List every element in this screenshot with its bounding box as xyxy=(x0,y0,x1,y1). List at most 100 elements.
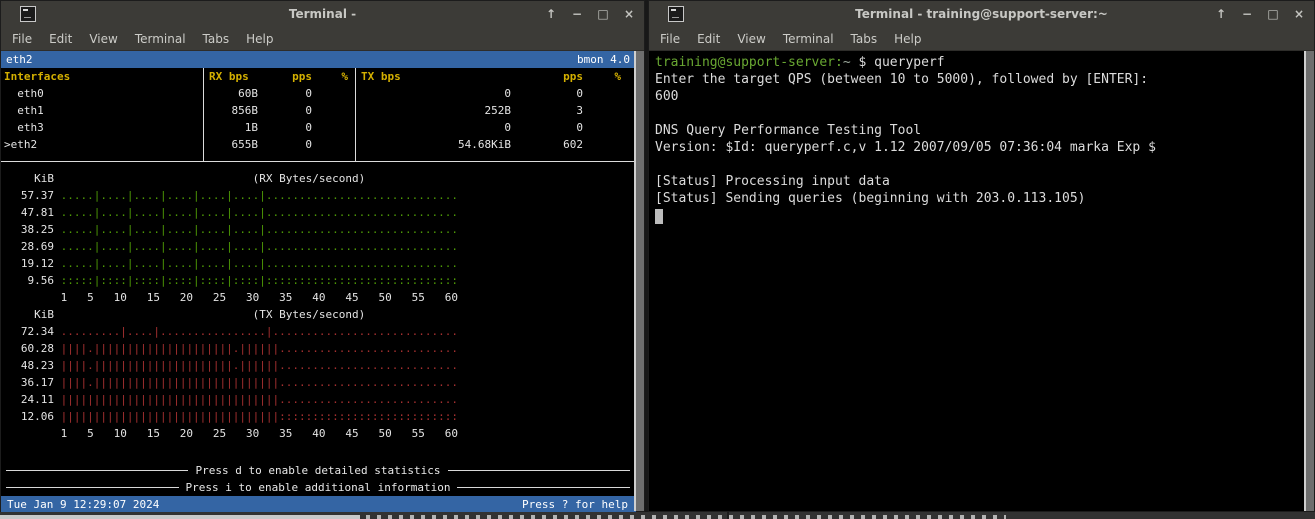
tx-graph-row: 24.11 |||||||||||||||||||||||||||||||||.… xyxy=(1,391,636,408)
interface-name: eth3 xyxy=(4,119,44,136)
menu-help[interactable]: Help xyxy=(246,32,273,46)
interface-row-eth1: eth1 856B 0 252B 3 xyxy=(1,102,636,119)
column-separator xyxy=(355,68,356,161)
tx-pps-value: 602 xyxy=(518,136,583,153)
taskbar-button-text-tops[interactable] xyxy=(366,515,1006,519)
bmon-version: bmon 4.0 xyxy=(577,51,630,68)
rx-pps-value: 0 xyxy=(257,119,312,136)
right-terminal-window: Terminal - training@support-server:~ ↑ −… xyxy=(648,0,1315,512)
right-menubar: File Edit View Terminal Tabs Help xyxy=(649,27,1314,51)
rule-line xyxy=(6,470,188,471)
hint-additional-information: Press i to enable additional information xyxy=(1,479,636,496)
prompt-path: ~ xyxy=(843,55,851,70)
tx-graph-x-axis: 1 5 10 15 20 25 30 35 40 45 50 55 60 xyxy=(1,425,636,442)
maximize-button[interactable]: □ xyxy=(596,1,610,27)
menu-help[interactable]: Help xyxy=(894,32,921,46)
menu-terminal[interactable]: Terminal xyxy=(135,32,186,46)
col-tx-bps: TX bps xyxy=(361,68,401,85)
rx-bps-value: 655B xyxy=(181,136,258,153)
status-help-hint: Press ? for help xyxy=(522,496,628,513)
menu-terminal[interactable]: Terminal xyxy=(783,32,834,46)
bmon-status-bar: Tue Jan 9 12:29:07 2024 Press ? for help xyxy=(1,496,636,513)
terminal-line: 600 xyxy=(655,88,1306,105)
interface-name: eth1 xyxy=(4,102,44,119)
tx-graph: KiB (TX Bytes/second) 72.34 .........|..… xyxy=(1,306,636,442)
queryperf-output: training@support-server:~ $ queryperf En… xyxy=(649,51,1306,511)
rule-line xyxy=(6,487,179,488)
tx-bps-value: 0 xyxy=(421,119,511,136)
left-terminal-window: Terminal - ↑ − □ × File Edit View Termin… xyxy=(0,0,645,512)
tx-graph-row: 72.34 .........|....|................|..… xyxy=(1,323,636,340)
rx-bps-value: 1B xyxy=(181,119,258,136)
maximize-button[interactable]: □ xyxy=(1266,1,1280,27)
cursor-line xyxy=(655,207,1306,224)
rx-pps-value: 0 xyxy=(257,136,312,153)
tx-graph-row: 60.28 ||||.|||||||||||||||||||||.||||||.… xyxy=(1,340,636,357)
tx-pps-value: 0 xyxy=(518,85,583,102)
spacer xyxy=(1,442,636,462)
left-titlebar[interactable]: Terminal - ↑ − □ × xyxy=(1,1,644,27)
rx-graph-row: 28.69 .....|....|....|....|....|....|...… xyxy=(1,238,636,255)
tx-graph-row: 36.17 ||||.||||||||||||||||||||||||||||.… xyxy=(1,374,636,391)
tx-pps-value: 0 xyxy=(518,119,583,136)
rx-graph-x-axis: 1 5 10 15 20 25 30 35 40 45 50 55 60 xyxy=(1,289,636,306)
minimize-button[interactable]: − xyxy=(1240,1,1254,27)
terminal-line: [Status] Sending queries (beginning with… xyxy=(655,190,1306,207)
shade-button[interactable]: ↑ xyxy=(1214,1,1228,27)
rx-graph-row: 38.25 .....|....|....|....|....|....|...… xyxy=(1,221,636,238)
minimize-button[interactable]: − xyxy=(570,1,584,27)
col-tx-pps: pps xyxy=(518,68,583,85)
close-button[interactable]: × xyxy=(622,1,636,27)
tx-bps-value: 0 xyxy=(421,85,511,102)
rx-graph-row: 57.37 .....|....|....|....|....|....|...… xyxy=(1,187,636,204)
left-scrollbar[interactable] xyxy=(634,51,644,511)
col-rx-bps: RX bps xyxy=(209,68,249,85)
table-header-row: Interfaces RX bps pps % TX bps pps % xyxy=(1,68,636,85)
tx-graph-row: 12.06 |||||||||||||||||||||||||||||||||:… xyxy=(1,408,636,425)
menu-tabs[interactable]: Tabs xyxy=(203,32,230,46)
taskbar-strip xyxy=(0,512,1315,519)
rx-graph-row: 19.12 .....|....|....|....|....|....|...… xyxy=(1,255,636,272)
tx-graph-row: 48.23 ||||.|||||||||||||||||||||.||||||.… xyxy=(1,357,636,374)
bmon-title-bar: eth2 bmon 4.0 xyxy=(1,51,636,68)
bmon-selected-interface: eth2 xyxy=(6,51,33,68)
tx-pps-value: 3 xyxy=(518,102,583,119)
right-window-controls: ↑ − □ × xyxy=(1214,1,1306,27)
menu-edit[interactable]: Edit xyxy=(697,32,720,46)
interfaces-table: Interfaces RX bps pps % TX bps pps % eth… xyxy=(1,68,636,170)
right-titlebar[interactable]: Terminal - training@support-server:~ ↑ −… xyxy=(649,1,1314,27)
tx-bps-value: 54.68KiB xyxy=(421,136,511,153)
interface-row-eth0: eth0 60B 0 0 0 xyxy=(1,85,636,102)
taskbar-button[interactable] xyxy=(0,515,360,519)
desktop: Terminal - ↑ − □ × File Edit View Termin… xyxy=(0,0,1315,519)
interface-name-with-selector: >eth2 xyxy=(4,136,37,153)
rx-graph-title: KiB (RX Bytes/second) xyxy=(1,170,636,187)
interface-row-eth3: eth3 1B 0 0 0 xyxy=(1,119,636,136)
shade-button[interactable]: ↑ xyxy=(544,1,558,27)
rx-graph: KiB (RX Bytes/second) 57.37 .....|....|.… xyxy=(1,170,636,306)
prompt-user-host: training@support-server: xyxy=(655,55,843,70)
col-rx-pct: % xyxy=(313,68,348,85)
right-scrollbar[interactable] xyxy=(1304,51,1314,511)
bmon-screen: eth2 bmon 4.0 Interfaces RX bps pps % TX… xyxy=(1,51,636,511)
terminal-line: DNS Query Performance Testing Tool xyxy=(655,122,1306,139)
menu-tabs[interactable]: Tabs xyxy=(851,32,878,46)
col-interfaces: Interfaces xyxy=(4,68,70,85)
left-menubar: File Edit View Terminal Tabs Help xyxy=(1,27,644,51)
interface-name: eth0 xyxy=(4,85,44,102)
menu-view[interactable]: View xyxy=(89,32,117,46)
col-rx-pps: pps xyxy=(257,68,312,85)
menu-view[interactable]: View xyxy=(737,32,765,46)
rx-pps-value: 0 xyxy=(257,102,312,119)
rx-bps-value: 60B xyxy=(181,85,258,102)
hint-detailed-statistics: Press d to enable detailed statistics xyxy=(1,462,636,479)
close-button[interactable]: × xyxy=(1292,1,1306,27)
col-tx-pct: % xyxy=(586,68,621,85)
taskbar-divider xyxy=(727,512,729,519)
prompt-line: training@support-server:~ $ queryperf xyxy=(655,54,1306,71)
menu-file[interactable]: File xyxy=(12,32,32,46)
rule-line xyxy=(448,470,630,471)
menu-edit[interactable]: Edit xyxy=(49,32,72,46)
terminal-cursor xyxy=(655,209,663,224)
menu-file[interactable]: File xyxy=(660,32,680,46)
